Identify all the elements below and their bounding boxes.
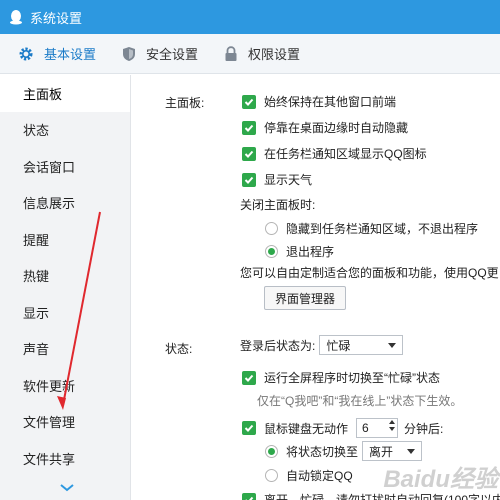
checkbox-checked-icon[interactable]: [242, 94, 256, 109]
radio-label: 将状态切换至: [286, 444, 359, 459]
sidebar-item-display[interactable]: 显示: [0, 294, 130, 331]
radio-label: 自动锁定QQ: [286, 469, 353, 483]
option-show-weather[interactable]: 显示天气: [242, 171, 312, 188]
settings-sidebar: 主面板 状态 会话窗口 信息展示 提醒 热键 显示 声音 软件更新 文件管理 文…: [0, 75, 131, 500]
option-auto-hide-at-edge[interactable]: 停靠在桌面边缘时自动隐藏: [242, 119, 408, 136]
checkbox-checked-icon[interactable]: [242, 172, 256, 187]
settings-tab-bar: 基本设置 安全设置 权限设置: [0, 34, 500, 74]
select-value: 离开: [369, 444, 394, 459]
tab-basic-settings[interactable]: 基本设置: [18, 34, 96, 74]
option-label: 停靠在桌面边缘时自动隐藏: [264, 121, 409, 135]
tab-security-settings[interactable]: 安全设置: [122, 34, 198, 74]
dropdown-arrow-icon: [388, 342, 397, 348]
tab-label: 基本设置: [44, 47, 97, 62]
stepper-arrows-icon[interactable]: [389, 420, 396, 431]
sidebar-item-software-update[interactable]: 软件更新: [0, 367, 130, 404]
close-panel-label: 关闭主面板时:: [240, 198, 316, 212]
checkbox-checked-icon[interactable]: [242, 421, 256, 435]
radio-exit-program[interactable]: 退出程序: [265, 243, 334, 260]
sidebar-item-hotkeys[interactable]: 热键: [0, 258, 130, 295]
fullscreen-hint: 仅在“Q我吧”和“我在线上”状态下生效。: [257, 394, 463, 408]
sidebar-item-file-sharing[interactable]: 文件共享: [0, 440, 130, 477]
window-title: 系统设置: [30, 10, 83, 26]
status-section-label: 状态:: [165, 342, 193, 356]
gear-icon: [19, 47, 33, 60]
option-label: 显示天气: [264, 173, 313, 187]
tab-label: 安全设置: [146, 47, 199, 62]
dropdown-arrow-icon: [407, 448, 416, 454]
sidebar-item-reminder[interactable]: 提醒: [0, 221, 130, 258]
option-idle-switch[interactable]: 鼠标键盘无动作 6 分钟后:: [242, 418, 443, 438]
sidebar-item-status[interactable]: 状态: [0, 112, 130, 149]
radio-selected-icon[interactable]: [265, 444, 278, 458]
radio-auto-lock[interactable]: 自动锁定QQ: [265, 467, 353, 484]
option-label: 鼠标键盘无动作: [264, 421, 349, 436]
main-panel-section-label: 主面板:: [165, 96, 205, 110]
option-show-tray-icon[interactable]: 在任务栏通知区域显示QQ图标: [242, 145, 427, 162]
sidebar-item-info-display[interactable]: 信息展示: [0, 185, 130, 222]
option-suffix: 分钟后:: [404, 421, 444, 436]
radio-selected-icon[interactable]: [265, 245, 278, 258]
tab-label: 权限设置: [248, 47, 301, 62]
option-label: 运行全屏程序时切换至“忙碌”状态: [264, 371, 440, 385]
customize-description: 您可以自由定制适合您的面板和功能，使用QQ更: [240, 266, 499, 280]
sidebar-item-chat-window[interactable]: 会话窗口: [0, 148, 130, 185]
stepper-value: 6: [362, 421, 369, 435]
after-login-label: 登录后状态为:: [240, 338, 316, 353]
radio-unselected-icon[interactable]: [265, 469, 278, 482]
sidebar-item-sound[interactable]: 声音: [0, 331, 130, 368]
checkbox-checked-icon[interactable]: [242, 120, 256, 135]
qq-penguin-icon: [8, 9, 24, 25]
radio-hide-to-tray[interactable]: 隐藏到任务栏通知区域，不退出程序: [265, 220, 478, 237]
option-always-on-top[interactable]: 始终保持在其他窗口前端: [242, 93, 396, 110]
chevron-down-icon[interactable]: [60, 484, 74, 492]
option-label: 在任务栏通知区域显示QQ图标: [264, 147, 427, 161]
idle-status-select[interactable]: 离开: [362, 441, 423, 461]
sidebar-item-main-panel[interactable]: 主面板: [0, 75, 130, 112]
interface-manager-button[interactable]: 界面管理器: [264, 286, 346, 310]
radio-label: 隐藏到任务栏通知区域，不退出程序: [286, 222, 479, 236]
title-bar: 系统设置: [0, 0, 500, 34]
after-login-status-select[interactable]: 忙碌: [319, 335, 404, 355]
lock-icon: [225, 45, 237, 61]
checkbox-checked-icon[interactable]: [242, 492, 256, 500]
shield-icon: [123, 46, 136, 61]
baidu-watermark: Baidu经验: [383, 466, 498, 493]
radio-unselected-icon[interactable]: [265, 222, 278, 235]
checkbox-checked-icon[interactable]: [242, 146, 256, 161]
select-value: 忙碌: [326, 338, 351, 353]
settings-content: 主面板: 始终保持在其他窗口前端 停靠在桌面边缘时自动隐藏 在任务栏通知区域显示…: [131, 75, 500, 500]
option-label: 始终保持在其他窗口前端: [264, 95, 397, 109]
tab-permission-settings[interactable]: 权限设置: [224, 34, 300, 74]
option-fullscreen-busy[interactable]: 运行全屏程序时切换至“忙碌”状态: [242, 369, 440, 386]
sidebar-item-file-management[interactable]: 文件管理: [0, 404, 130, 441]
after-login-status-row: 登录后状态为: 忙碌: [240, 335, 404, 355]
checkbox-checked-icon[interactable]: [242, 370, 256, 385]
idle-minutes-stepper[interactable]: 6: [356, 418, 399, 438]
radio-label: 退出程序: [286, 245, 335, 259]
radio-switch-status[interactable]: 将状态切换至 离开: [265, 441, 423, 461]
